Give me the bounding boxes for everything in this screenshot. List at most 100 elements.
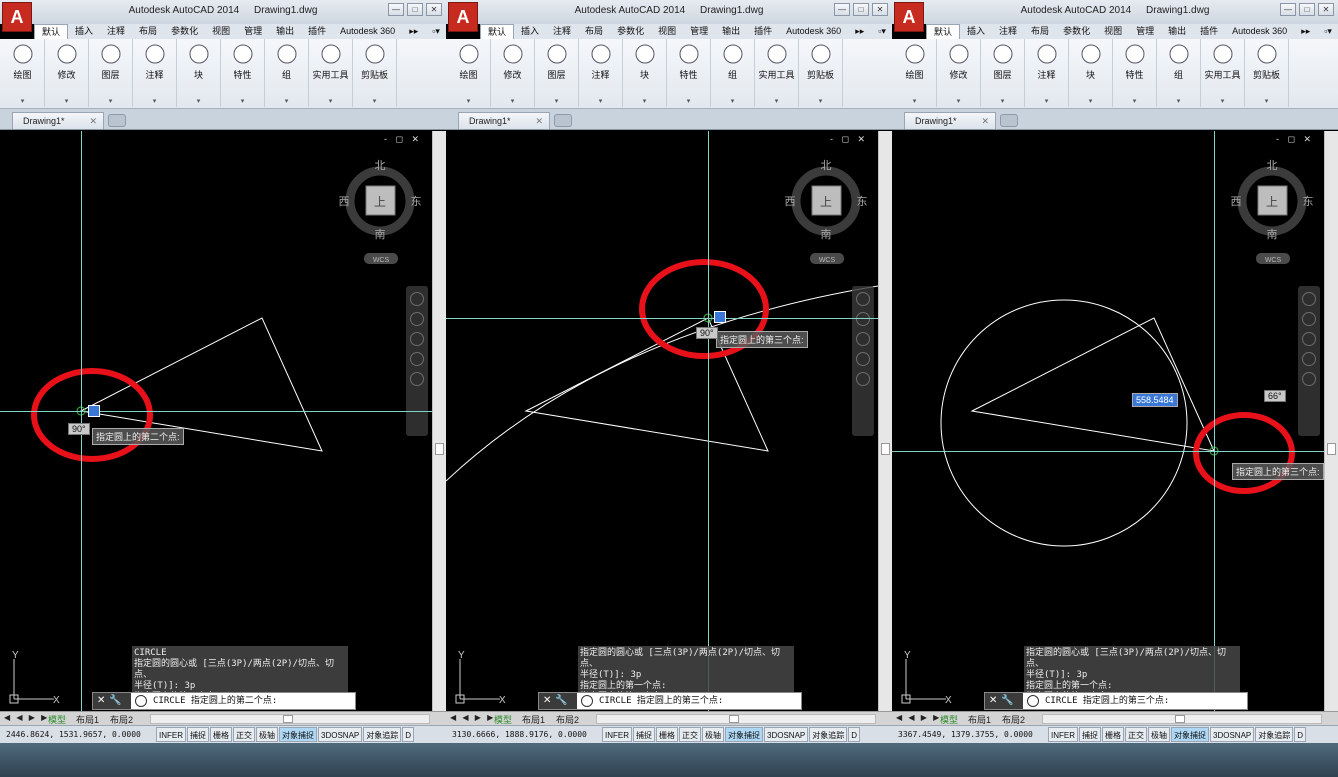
status-toggle[interactable]: 对象追踪: [363, 727, 402, 742]
status-toggle[interactable]: 捕捉: [633, 727, 655, 742]
tab-ribbon-10[interactable]: ▸▸: [402, 24, 425, 39]
chevron-down-icon[interactable]: ▾: [711, 97, 754, 105]
tab-ribbon-9[interactable]: Autodesk 360: [1225, 24, 1294, 39]
status-toggle[interactable]: INFER: [602, 727, 632, 742]
scrollbar-thumb[interactable]: [729, 715, 739, 723]
tab-ribbon-5[interactable]: 视图: [205, 24, 237, 39]
ribbon-panel-layers[interactable]: 图层 ▾: [535, 39, 579, 107]
status-toggle[interactable]: 3DOSNAP: [764, 727, 809, 742]
tab-ribbon-3[interactable]: 布局: [578, 24, 610, 39]
dynamic-input-field[interactable]: [88, 405, 100, 417]
chevron-down-icon[interactable]: ▾: [1113, 97, 1156, 105]
steeringwheel-icon[interactable]: [1302, 292, 1316, 306]
status-toggle[interactable]: 极轴: [1148, 727, 1170, 742]
scrollbar-thumb[interactable]: [435, 443, 444, 455]
chevron-down-icon[interactable]: ▾: [1025, 97, 1068, 105]
chevron-down-icon[interactable]: ▾: [133, 97, 176, 105]
tab-ribbon-6[interactable]: 管理: [683, 24, 715, 39]
new-tab-button[interactable]: [554, 114, 572, 127]
tab-ribbon-9[interactable]: Autodesk 360: [779, 24, 848, 39]
ribbon-panel-layers[interactable]: 图层 ▾: [89, 39, 133, 107]
zoom-icon[interactable]: [1302, 332, 1316, 346]
chevron-down-icon[interactable]: ▾: [623, 97, 666, 105]
compass-north[interactable]: 北: [375, 159, 386, 172]
showmotion-icon[interactable]: [1302, 372, 1316, 386]
status-toggle[interactable]: 对象追踪: [1255, 727, 1294, 742]
dynamic-input-field[interactable]: [714, 311, 726, 323]
chevron-down-icon[interactable]: ▾: [177, 97, 220, 105]
tab-ribbon-5[interactable]: 视图: [651, 24, 683, 39]
ribbon-panel-clipboard[interactable]: 剪贴板 ▾: [799, 39, 843, 107]
tab-ribbon-3[interactable]: 布局: [132, 24, 164, 39]
compass-west[interactable]: 西: [339, 196, 350, 208]
ribbon-panel-group[interactable]: 组 ▾: [265, 39, 309, 107]
compass-north[interactable]: 北: [821, 159, 832, 172]
tab-ribbon-7[interactable]: 输出: [269, 24, 301, 39]
tab-ribbon-7[interactable]: 输出: [715, 24, 747, 39]
zoom-icon[interactable]: [856, 332, 870, 346]
application-menu-button[interactable]: A: [448, 2, 478, 32]
chevron-down-icon[interactable]: ▾: [45, 97, 88, 105]
close-icon[interactable]: ✕: [535, 113, 543, 129]
ribbon-panel-modify[interactable]: 修改 ▾: [45, 39, 89, 107]
chevron-down-icon[interactable]: ▾: [1157, 97, 1200, 105]
tab-ribbon-1[interactable]: 插入: [68, 24, 100, 39]
status-toggle[interactable]: 正交: [679, 727, 701, 742]
vertical-scrollbar[interactable]: [1324, 131, 1338, 711]
status-toggle[interactable]: 极轴: [702, 727, 724, 742]
steeringwheel-icon[interactable]: [856, 292, 870, 306]
chevron-down-icon[interactable]: ▾: [221, 97, 264, 105]
status-toggle[interactable]: 栅格: [1102, 727, 1124, 742]
tab-ribbon-8[interactable]: 插件: [1193, 24, 1225, 39]
horizontal-scrollbar[interactable]: [596, 714, 876, 724]
viewport-controls[interactable]: - ◻ ✕: [1276, 134, 1314, 145]
status-toggle[interactable]: D: [848, 727, 861, 742]
layout-nav-arrows[interactable]: ◀ ◀ ▶ ▶: [450, 713, 495, 722]
ribbon-panel-clipboard[interactable]: 剪贴板 ▾: [1245, 39, 1289, 107]
chevron-down-icon[interactable]: ▾: [893, 97, 936, 105]
ribbon-panel-draw-circle[interactable]: 绘图 ▾: [893, 39, 937, 107]
chevron-down-icon[interactable]: ▾: [799, 97, 842, 105]
tab-ribbon-11[interactable]: ▫▾: [871, 24, 892, 39]
command-prompt-text[interactable]: CIRCLE 指定圆上的第三个点:: [1045, 693, 1169, 709]
orbit-icon[interactable]: [1302, 352, 1316, 366]
status-toggle[interactable]: D: [402, 727, 415, 742]
ribbon-panel-annotation-A[interactable]: 注释 ▾: [1025, 39, 1069, 107]
command-line[interactable]: ✕🔧 CIRCLE 指定圆上的第二个点:: [92, 692, 356, 710]
steeringwheel-icon[interactable]: [410, 292, 424, 306]
compass-east[interactable]: 东: [857, 195, 868, 208]
chevron-down-icon[interactable]: ▾: [89, 97, 132, 105]
chevron-down-icon[interactable]: ▾: [667, 97, 710, 105]
compass-south[interactable]: 南: [1267, 228, 1278, 241]
command-line[interactable]: ✕🔧 CIRCLE 指定圆上的第三个点:: [984, 692, 1248, 710]
horizontal-scrollbar[interactable]: [1042, 714, 1322, 724]
ribbon-panel-calculator[interactable]: 实用工具 ▾: [755, 39, 799, 107]
ribbon-panel-clipboard[interactable]: 剪贴板 ▾: [353, 39, 397, 107]
orbit-icon[interactable]: [856, 352, 870, 366]
ribbon-panel-draw-circle[interactable]: 绘图 ▾: [447, 39, 491, 107]
ribbon-panel-block[interactable]: 块 ▾: [623, 39, 667, 107]
navigation-bar[interactable]: [406, 286, 428, 436]
command-line[interactable]: ✕🔧 CIRCLE 指定圆上的第三个点:: [538, 692, 802, 710]
compass-east[interactable]: 东: [1303, 195, 1314, 208]
ribbon-panel-group[interactable]: 组 ▾: [711, 39, 755, 107]
orbit-icon[interactable]: [410, 352, 424, 366]
ribbon-panel-draw-circle[interactable]: 绘图 ▾: [1, 39, 45, 107]
chevron-down-icon[interactable]: ▾: [579, 97, 622, 105]
pan-icon[interactable]: [410, 312, 424, 326]
ribbon-panel-annotation-A[interactable]: 注释 ▾: [133, 39, 177, 107]
viewcube[interactable]: 上 北 南 东 西 WCS: [338, 155, 438, 295]
new-tab-button[interactable]: [1000, 114, 1018, 127]
ribbon-panel-calculator[interactable]: 实用工具 ▾: [309, 39, 353, 107]
ribbon-panel-annotation-A[interactable]: 注释 ▾: [579, 39, 623, 107]
tab-ribbon-11[interactable]: ▫▾: [1317, 24, 1338, 39]
tab-ribbon-8[interactable]: 插件: [747, 24, 779, 39]
ribbon-panel-block[interactable]: 块 ▾: [1069, 39, 1113, 107]
tab-ribbon-2[interactable]: 注释: [100, 24, 132, 39]
tab-ribbon-6[interactable]: 管理: [1129, 24, 1161, 39]
minimize-button[interactable]: —: [1280, 3, 1296, 16]
compass-west[interactable]: 西: [785, 196, 796, 208]
ribbon-panel-calculator[interactable]: 实用工具 ▾: [1201, 39, 1245, 107]
dimension-input[interactable]: 558.5484: [1132, 393, 1178, 407]
drawing-canvas[interactable]: - ◻ ✕ 上 北 南 东 西 WCS: [446, 131, 878, 711]
